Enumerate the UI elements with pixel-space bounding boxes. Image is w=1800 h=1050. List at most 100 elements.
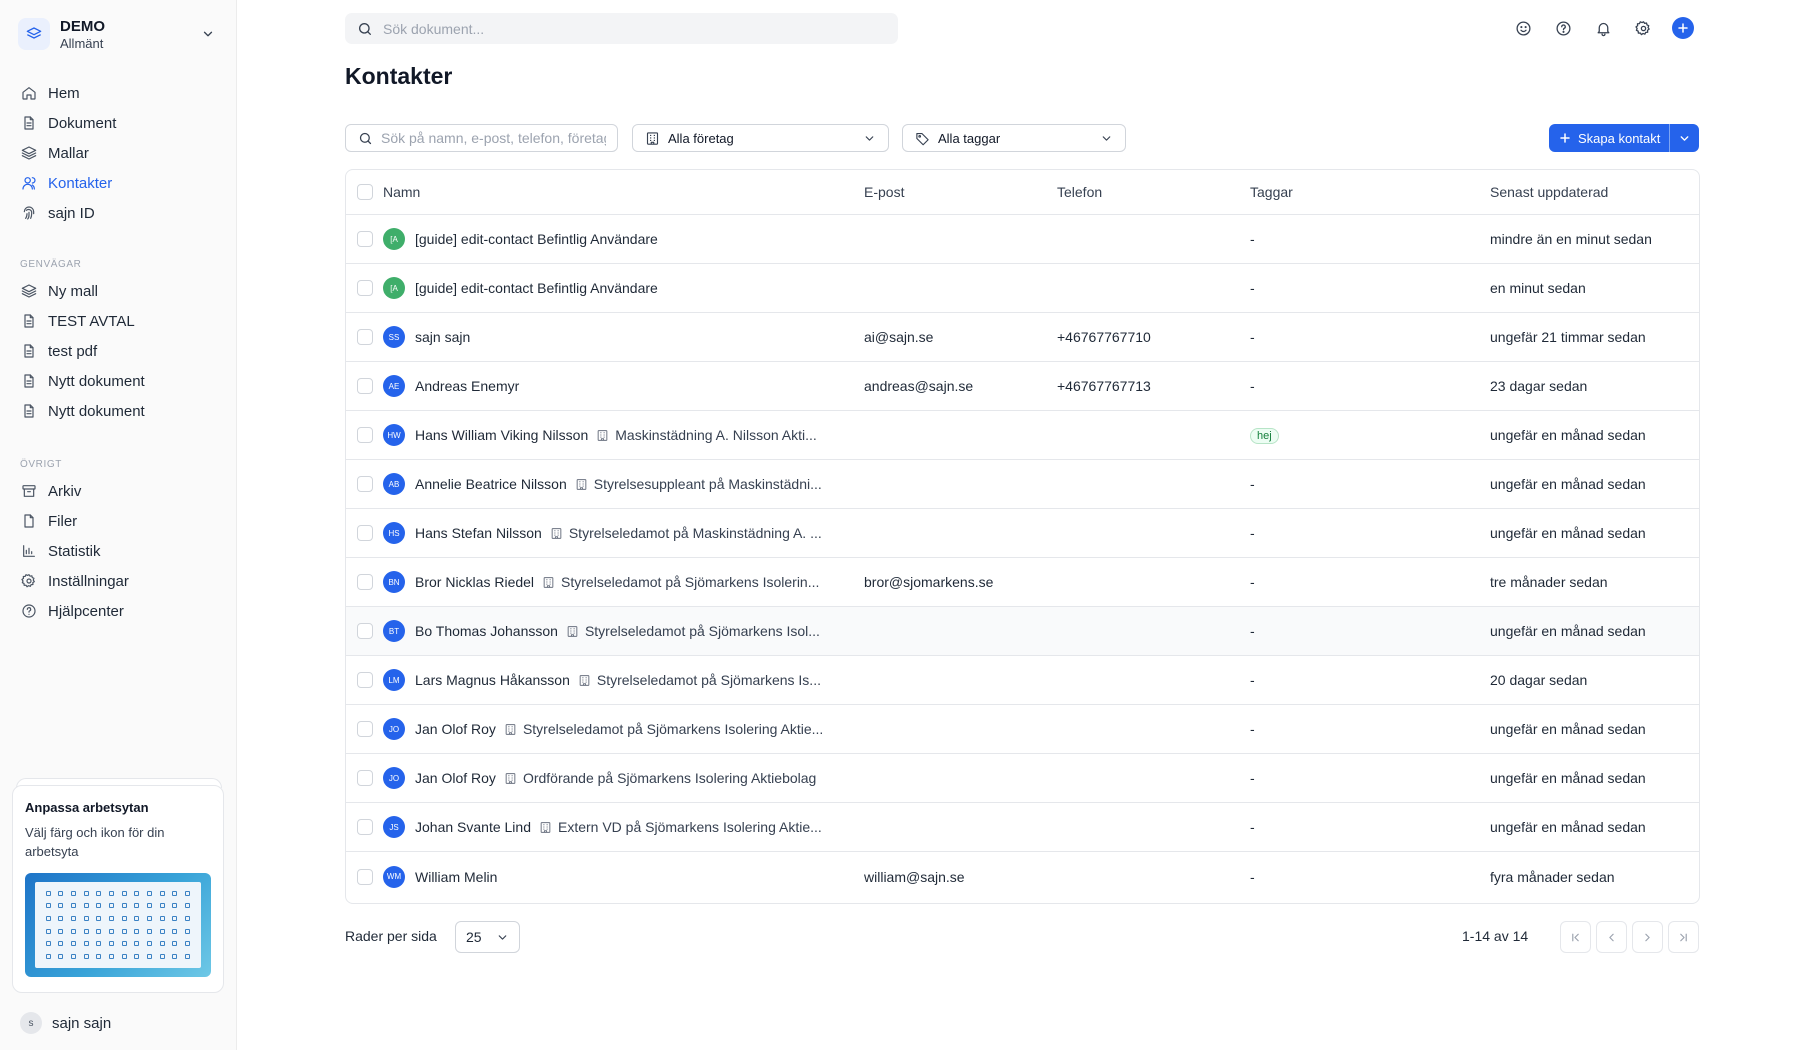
- sidebar-item-arkiv[interactable]: Arkiv: [10, 476, 226, 506]
- sidebar-item-label: Inställningar: [48, 572, 129, 590]
- row-checkbox[interactable]: [356, 819, 373, 835]
- row-checkbox[interactable]: [356, 721, 373, 737]
- table-row[interactable]: JO Jan Olof Roy Styrelseledamot på Sjömark…: [346, 705, 1699, 754]
- sidebar-item-hem[interactable]: Hem: [10, 78, 226, 108]
- table-row[interactable]: [A [guide] edit-contact Befintlig Använda…: [346, 215, 1699, 264]
- document-search-input[interactable]: [383, 20, 863, 37]
- row-checkbox[interactable]: [356, 525, 373, 541]
- avatar: HS: [383, 522, 405, 544]
- row-checkbox[interactable]: [356, 574, 373, 590]
- grid-icon: [121, 941, 127, 947]
- gear-icon[interactable]: [1632, 17, 1654, 39]
- first-page-button[interactable]: [1560, 921, 1591, 953]
- bell-icon[interactable]: [1592, 17, 1614, 39]
- sidebar-item-ny-mall[interactable]: Ny mall: [10, 276, 226, 306]
- contact-company: Ordförande på Sjömarkens Isolering Aktie…: [522, 770, 817, 786]
- table-row[interactable]: LM Lars Magnus Håkansson Styrelseledamot p…: [346, 656, 1699, 705]
- sidebar-item-inställningar[interactable]: Inställningar: [10, 566, 226, 596]
- tags-filter[interactable]: Alla taggar: [902, 124, 1126, 152]
- table-row[interactable]: JS Johan Svante Lind Extern VD på Sjömarke…: [346, 803, 1699, 852]
- table-row[interactable]: AB Annelie Beatrice Nilsson Styrelsesupple…: [346, 460, 1699, 509]
- table-row[interactable]: AE Andreas Enemyr andreas@sajn.se +46767767…: [346, 362, 1699, 411]
- table-row[interactable]: BT Bo Thomas Johansson Styrelseledamot på …: [346, 607, 1699, 656]
- next-page-button[interactable]: [1632, 921, 1663, 953]
- row-checkbox[interactable]: [356, 231, 373, 247]
- sidebar-item-dokument[interactable]: Dokument: [10, 108, 226, 138]
- column-header-phone[interactable]: Telefon: [1057, 184, 1250, 200]
- contact-search-input[interactable]: [381, 130, 606, 146]
- rows-per-page-select[interactable]: 25: [455, 921, 520, 953]
- grid-icon: [71, 928, 77, 934]
- table-row[interactable]: BN Bror Nicklas Riedel Styrelseledamot på …: [346, 558, 1699, 607]
- row-checkbox[interactable]: [356, 623, 373, 639]
- other-nav: ÖVRIGT Arkiv Filer Statistik Inställningar H…: [10, 454, 226, 626]
- icon-grid-illustration: [25, 873, 211, 977]
- contact-company: Styrelseledamot på Sjömarkens Isolering …: [522, 721, 824, 737]
- smiley-icon[interactable]: [1512, 17, 1534, 39]
- chevrons-left-icon: [1572, 933, 1579, 941]
- sidebar-item-statistik[interactable]: Statistik: [10, 536, 226, 566]
- table-row[interactable]: [A [guide] edit-contact Befintlig Använda…: [346, 264, 1699, 313]
- create-contact-button[interactable]: Skapa kontakt: [1549, 124, 1670, 152]
- sidebar-item-label: Dokument: [48, 114, 117, 132]
- row-checkbox[interactable]: [356, 672, 373, 688]
- grid-icon: [109, 954, 115, 960]
- sidebar-item-mallar[interactable]: Mallar: [10, 138, 226, 168]
- main-nav: Hem Dokument Mallar Kontakter sajn ID: [10, 78, 226, 228]
- row-checkbox[interactable]: [356, 868, 373, 885]
- last-page-button[interactable]: [1668, 921, 1699, 953]
- grid-icon: [96, 890, 102, 896]
- table-row[interactable]: HW Hans William Viking Nilsson Maskinstädn…: [346, 411, 1699, 460]
- sidebar-item-nytt-dokument[interactable]: Nytt dokument: [10, 396, 226, 426]
- sidebar-item-test-pdf[interactable]: test pdf: [10, 336, 226, 366]
- table-row[interactable]: HS Hans Stefan Nilsson Styrelseledamot på …: [346, 509, 1699, 558]
- sidebar-item-test-avtal[interactable]: TEST AVTAL: [10, 306, 226, 336]
- grid-icon: [134, 890, 140, 896]
- grid-icon: [58, 941, 64, 947]
- company-filter[interactable]: Alla företag: [632, 124, 889, 152]
- column-header-name[interactable]: Namn: [383, 184, 864, 200]
- sidebar-item-hjälpcenter[interactable]: Hjälpcenter: [10, 596, 226, 626]
- row-checkbox[interactable]: [356, 476, 373, 492]
- sidebar-item-kontakter[interactable]: Kontakter: [10, 168, 226, 198]
- column-header-updated[interactable]: Senast uppdaterad: [1490, 184, 1699, 200]
- sidebar-item-filer[interactable]: Filer: [10, 506, 226, 536]
- contact-updated: tre månader sedan: [1490, 574, 1608, 590]
- contact-email: ai@sajn.se: [864, 329, 934, 345]
- row-checkbox[interactable]: [356, 280, 373, 296]
- column-header-tags[interactable]: Taggar: [1250, 184, 1490, 200]
- grid-icon: [45, 890, 51, 896]
- contact-updated: ungefär en månad sedan: [1490, 623, 1646, 639]
- workspace-switcher[interactable]: DEMO Allmänt: [18, 14, 218, 54]
- column-header-email[interactable]: E-post: [864, 184, 1057, 200]
- grid-icon: [83, 903, 89, 909]
- promo-title: Anpassa arbetsytan: [25, 800, 149, 815]
- help-icon[interactable]: [1552, 17, 1574, 39]
- table-row[interactable]: JO Jan Olof Roy Ordförande på Sjömarkens I…: [346, 754, 1699, 803]
- select-all-checkbox[interactable]: [356, 184, 373, 200]
- row-checkbox[interactable]: [356, 770, 373, 786]
- contact-tags: -: [1250, 868, 1255, 885]
- document-search[interactable]: [345, 13, 898, 44]
- grid-icon: [121, 916, 127, 922]
- grid-icon: [159, 916, 165, 922]
- table-row[interactable]: WM William Melin william@sajn.se - fyra måna…: [346, 852, 1699, 901]
- customize-workspace-card[interactable]: Anpassa arbetsytan Välj färg och ikon fö…: [12, 785, 224, 993]
- contact-company: Styrelseledamot på Sjömarkens Is...: [596, 672, 821, 688]
- fingerprint-icon: [20, 204, 38, 222]
- create-contact-menu-button[interactable]: [1669, 124, 1700, 152]
- row-checkbox[interactable]: [356, 427, 373, 443]
- add-icon[interactable]: [1672, 17, 1694, 39]
- previous-page-button[interactable]: [1596, 921, 1627, 953]
- sidebar-item-sajn-id[interactable]: sajn ID: [10, 198, 226, 228]
- grid-icon: [71, 941, 77, 947]
- row-checkbox[interactable]: [356, 378, 373, 394]
- contact-company: Styrelseledamot på Sjömarkens Isolerin..…: [561, 574, 820, 590]
- user-menu[interactable]: s sajn sajn: [20, 1012, 111, 1034]
- contact-search[interactable]: [345, 124, 618, 152]
- grid-icon: [109, 941, 115, 947]
- sidebar-item-nytt-dokument[interactable]: Nytt dokument: [10, 366, 226, 396]
- table-row[interactable]: SS sajn sajn ai@sajn.se +46767767710 - ungefä…: [346, 313, 1699, 362]
- row-checkbox[interactable]: [356, 329, 373, 345]
- avatar: s: [20, 1012, 42, 1034]
